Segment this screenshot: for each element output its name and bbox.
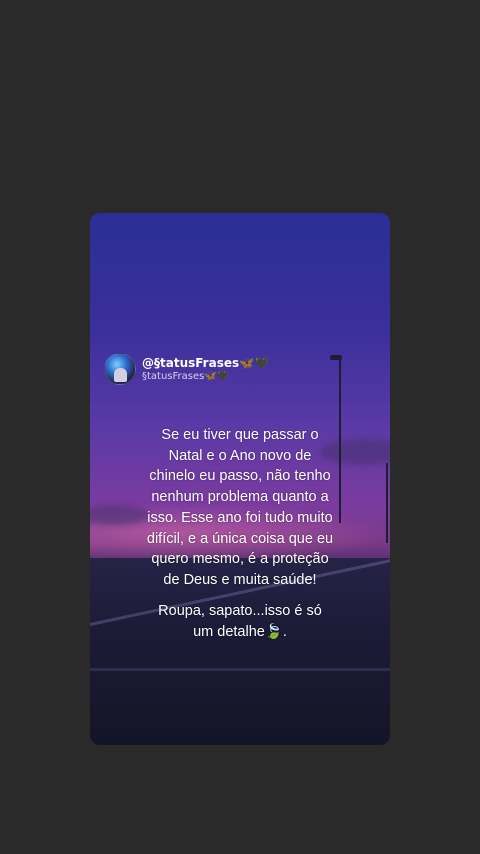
message-line: difícil, e a única coisa que eu — [146, 530, 334, 547]
closing-line: um detalhe🍃. — [193, 623, 287, 640]
message-line: nenhum problema quanto a — [151, 489, 329, 506]
post-header: @§tatusFrases🦋🖤 §tatusFrases🦋🖤 — [104, 353, 269, 385]
message-line: de Deus e muita saúde! — [163, 571, 317, 588]
message-line: chinelo eu passo, não tenho — [149, 468, 331, 485]
message-text: Se eu tiver que passar o Natal e o Ano n… — [110, 425, 370, 591]
street-lamp — [386, 463, 388, 543]
story-card[interactable]: @§tatusFrases🦋🖤 §tatusFrases🦋🖤 Se eu tiv… — [90, 213, 390, 745]
account-handle: §tatusFrases🦋🖤 — [142, 370, 230, 382]
message-line: Se eu tiver que passar o — [161, 427, 319, 443]
message-line: isso. Esse ano foi tudo muito — [147, 509, 333, 526]
screen: @§tatusFrases🦋🖤 §tatusFrases🦋🖤 Se eu tiv… — [0, 0, 480, 854]
display-name[interactable]: @§tatusFrases🦋🖤 — [142, 356, 269, 370]
profile-avatar[interactable] — [104, 353, 136, 385]
closing-text: Roupa, sapato...isso é só um detalhe🍃. — [110, 601, 370, 642]
account-names: @§tatusFrases🦋🖤 §tatusFrases🦋🖤 — [142, 356, 269, 383]
message-line: quero mesmo, é a proteção — [151, 551, 329, 568]
closing-line: Roupa, sapato...isso é só — [158, 603, 322, 619]
road-line — [90, 668, 390, 671]
message-line: Natal e o Ano novo de — [168, 447, 312, 464]
